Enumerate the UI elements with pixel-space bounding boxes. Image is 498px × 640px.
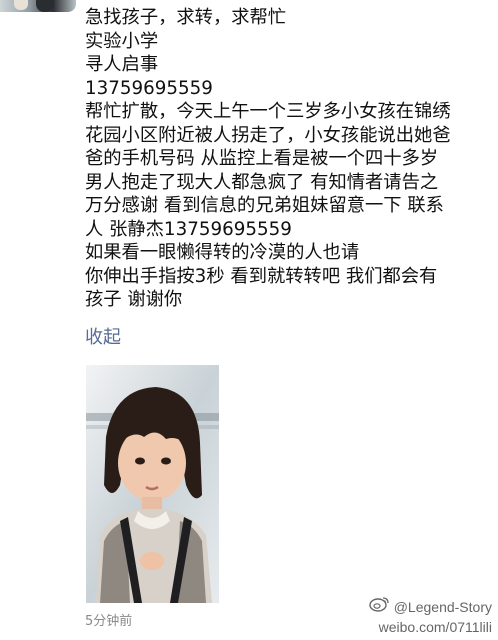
post-line: 万分感谢 看到信息的兄弟姐妹留意一下 联系 [85,195,444,216]
timestamp: 5分钟前 [85,614,133,629]
post-line: 急找孩子，求转，求帮忙 [85,7,287,28]
weibo-logo-icon [368,596,390,617]
watermark-url: weibo.com/0711lili [378,619,492,635]
collapse-link[interactable]: 收起 [85,326,121,350]
post-line: 如果看一眼懒得转的冷漠的人也请 [85,242,360,263]
post-line: 13759695559 [85,77,213,99]
avatar[interactable] [0,0,76,12]
post-line: 实验小学 [85,30,159,52]
post-line: 爸的手机号码 从监控上看是被一个四十多岁 [85,148,439,169]
child-photo[interactable] [86,365,219,603]
post-line: 你伸出手指按3秒 看到就转转吧 我们都会有 [85,265,438,287]
avatar-detail [36,0,54,12]
post-line: 人 张静杰13759695559 [85,218,292,240]
child-photo-image [86,365,219,603]
post-line: 花园小区附近被人拐走了，小女孩能说出她爸 [85,124,451,146]
post-text: 急找孩子，求转，求帮忙 实验小学 寻人启事 13759695559 帮忙扩散，今… [85,6,485,312]
watermark-handle: @Legend-Story [393,598,492,615]
weibo-watermark: @Legend-Story weibo.com/0711lili [368,596,492,637]
post-line: 寻人启事 [85,54,159,75]
avatar-detail [14,0,28,10]
post-line: 孩子 谢谢你 [85,289,183,310]
post-line: 帮忙扩散，今天上午一个三岁多小女孩在锦绣 [85,101,451,122]
post-line: 男人抱走了现大人都急疯了 有知情者请告之 [85,171,439,193]
